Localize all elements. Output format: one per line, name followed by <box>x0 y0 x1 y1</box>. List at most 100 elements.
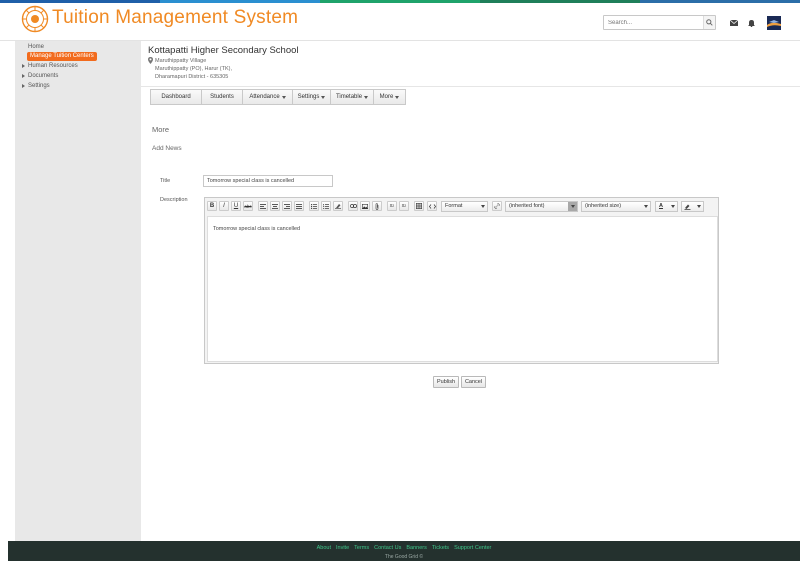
footer-links: About Invite Terms Contact Us Banners Ti… <box>8 545 800 551</box>
bell-icon[interactable] <box>746 18 756 28</box>
footer-link-invite[interactable]: Invite <box>336 545 349 551</box>
title-label: Title <box>160 178 171 184</box>
school-name: Kottapatti Higher Secondary School <box>148 45 299 56</box>
insert-image-button[interactable] <box>360 201 370 211</box>
mail-icon[interactable] <box>729 18 739 28</box>
font-family-select-value: (inherited font) <box>509 203 545 209</box>
tab-settings[interactable]: Settings <box>293 90 331 104</box>
font-family-select[interactable]: (inherited font) <box>505 201 578 212</box>
format-select-value: Format <box>445 203 463 209</box>
section-heading: More <box>152 125 170 134</box>
clear-format-button[interactable] <box>333 201 343 211</box>
footer-link-contact-us[interactable]: Contact Us <box>374 545 401 551</box>
attach-file-button[interactable] <box>372 201 382 211</box>
expand-arrow-icon <box>22 74 25 78</box>
text-color-select[interactable]: A <box>655 201 678 212</box>
align-right-icon <box>284 203 290 209</box>
description-label: Description <box>160 197 188 203</box>
bold-button[interactable]: B <box>207 201 217 211</box>
editor-content-area[interactable]: Tomorrow special class is cancelled <box>207 216 718 362</box>
table-icon <box>416 203 422 209</box>
insert-link-button[interactable] <box>348 201 358 211</box>
tab-label: Settings <box>297 94 320 100</box>
header-divider <box>141 86 800 87</box>
code-icon <box>428 203 436 209</box>
align-center-icon <box>272 203 278 209</box>
chevron-down-icon <box>478 202 487 211</box>
app-title: Tuition Management System <box>52 7 299 28</box>
align-center-button[interactable] <box>270 201 280 211</box>
school-address-line-3: Dharamapuri District - 635305 <box>155 74 229 80</box>
chevron-down-icon <box>668 202 677 211</box>
sidebar-item-label: Human Resources <box>28 63 78 69</box>
justify-button[interactable] <box>294 201 304 211</box>
footer: About Invite Terms Contact Us Banners Ti… <box>8 541 800 561</box>
align-left-button[interactable] <box>258 201 268 211</box>
footer-link-support-center[interactable]: Support Center <box>454 545 491 551</box>
title-input[interactable] <box>203 175 333 187</box>
tab-label: Attendance <box>249 94 280 100</box>
caret-down-icon <box>281 95 286 99</box>
app-header: Tuition Management System <box>0 3 800 41</box>
chevron-down-icon <box>641 202 650 211</box>
sidebar-item-settings[interactable]: Settings <box>22 83 50 89</box>
sidebar-item-home[interactable]: Home <box>28 44 44 50</box>
footer-link-banners[interactable]: Banners <box>406 545 427 551</box>
tab-students[interactable]: Students <box>202 90 243 104</box>
format-select[interactable]: Format <box>441 201 488 212</box>
sidebar-item-manage-tuition-centers[interactable]: Manage Tuition Centers <box>27 52 97 61</box>
underline-button[interactable]: U <box>231 201 241 211</box>
cancel-button[interactable]: Cancel <box>461 376 486 388</box>
strikethrough-button[interactable]: abc <box>243 201 253 211</box>
tab-dashboard[interactable]: Dashboard <box>151 90 202 104</box>
footer-copyright: The Good Grid © <box>384 554 424 560</box>
source-code-button[interactable] <box>427 201 437 211</box>
image-icon <box>362 203 368 209</box>
search-input[interactable] <box>604 16 704 29</box>
superscript-button[interactable]: x2 <box>399 201 409 211</box>
insert-table-button[interactable] <box>414 201 424 211</box>
justify-icon <box>296 203 302 209</box>
highlight-color-select[interactable] <box>681 201 704 212</box>
bullet-list-button[interactable] <box>309 201 319 211</box>
tab-timetable[interactable]: Timetable <box>331 90 374 104</box>
align-right-button[interactable] <box>282 201 292 211</box>
sidebar-item-human-resources[interactable]: Human Resources <box>22 63 78 69</box>
expand-arrow-icon <box>22 84 25 88</box>
emblem-logo-icon <box>21 5 49 33</box>
footer-link-about[interactable]: About <box>317 545 331 551</box>
caret-down-icon <box>395 95 400 99</box>
chevron-down-icon <box>568 202 577 211</box>
school-address-line-2: Maruthippatty (PO), Harur (TK), <box>155 66 233 72</box>
font-size-select-value: (inherited size) <box>585 203 622 209</box>
tab-label: More <box>379 94 394 100</box>
description-text[interactable]: Tomorrow special class is cancelled <box>213 226 300 232</box>
paperclip-icon <box>375 202 379 210</box>
numbered-list-icon <box>323 203 329 209</box>
section-subheading: Add News <box>152 145 182 152</box>
chevron-down-icon <box>694 202 703 211</box>
tab-attendance[interactable]: Attendance <box>243 90 293 104</box>
publish-button[interactable]: Publish <box>433 376 459 388</box>
caret-down-icon <box>364 95 369 99</box>
numbered-list-button[interactable] <box>321 201 331 211</box>
search-button[interactable] <box>703 16 715 29</box>
nav-tabs: Dashboard Students Attendance Settings T… <box>150 89 406 105</box>
map-pin-icon <box>148 57 153 64</box>
link-style-button[interactable] <box>492 201 502 211</box>
highlighter-icon <box>684 204 691 210</box>
subscript-button[interactable]: x2 <box>387 201 397 211</box>
link-icon <box>494 203 500 209</box>
expand-arrow-icon <box>22 64 25 68</box>
sidebar-item-documents[interactable]: Documents <box>22 73 58 79</box>
bullet-list-icon <box>311 203 317 209</box>
italic-button[interactable]: I <box>219 201 229 211</box>
avatar[interactable] <box>767 16 781 30</box>
tab-more[interactable]: More <box>374 90 405 104</box>
footer-link-terms[interactable]: Terms <box>354 545 369 551</box>
footer-link-tickets[interactable]: Tickets <box>432 545 449 551</box>
tab-label: Timetable <box>335 94 363 100</box>
align-left-icon <box>260 203 266 209</box>
tab-label: Dashboard <box>161 94 191 100</box>
font-size-select[interactable]: (inherited size) <box>581 201 651 212</box>
